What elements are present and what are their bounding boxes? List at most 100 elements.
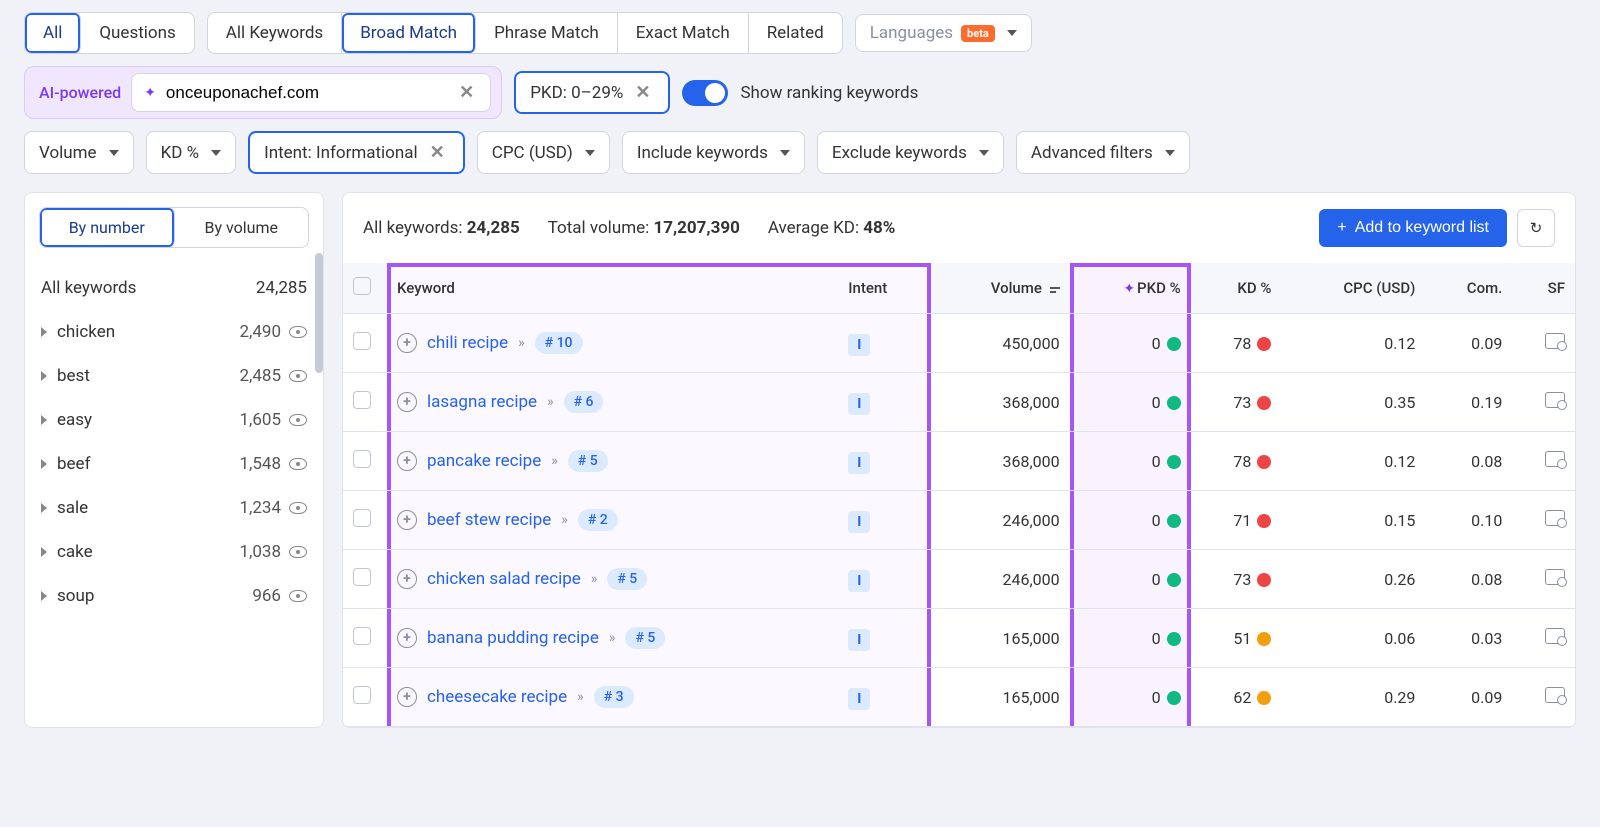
eye-icon[interactable]: [289, 370, 307, 382]
row-checkbox[interactable]: [353, 391, 371, 409]
expand-keyword-icon[interactable]: +: [397, 392, 417, 412]
sidebar-item[interactable]: sale 1,234: [25, 486, 323, 530]
include-keywords-filter[interactable]: Include keywords: [622, 131, 805, 174]
expand-keyword-icon[interactable]: +: [397, 569, 417, 589]
sidebar-tab-by-number[interactable]: By number: [40, 208, 175, 247]
exclude-keywords-filter[interactable]: Exclude keywords: [817, 131, 1004, 174]
row-checkbox[interactable]: [353, 686, 371, 704]
eye-icon[interactable]: [289, 590, 307, 602]
pkd-filter-clear[interactable]: ✕: [631, 82, 654, 103]
expand-keyword-icon[interactable]: +: [397, 333, 417, 353]
col-keyword[interactable]: Keyword: [387, 263, 838, 314]
expand-keyword-icon[interactable]: +: [397, 628, 417, 648]
chevron-down-icon: [109, 150, 119, 156]
sidebar-scrollbar[interactable]: [315, 253, 323, 373]
kd-filter[interactable]: KD %: [146, 131, 237, 174]
show-ranking-toggle[interactable]: [682, 80, 728, 106]
keyword-link[interactable]: cheesecake recipe: [427, 687, 567, 707]
expand-keyword-icon[interactable]: +: [397, 510, 417, 530]
eye-icon[interactable]: [289, 502, 307, 514]
tab-all-keywords[interactable]: All Keywords: [208, 13, 342, 53]
col-cpc[interactable]: CPC (USD): [1281, 263, 1425, 314]
keyword-groups-sidebar: By number By volume All keywords 24,285 …: [24, 192, 324, 728]
kd-dot-icon: [1257, 573, 1271, 587]
chevron-right-icon: [41, 415, 47, 425]
sidebar-all-keywords[interactable]: All keywords 24,285: [25, 266, 323, 310]
row-checkbox[interactable]: [353, 332, 371, 350]
clear-domain-button[interactable]: ✕: [455, 82, 478, 103]
pkd-dot-icon: [1167, 514, 1181, 528]
table-row: + lasagna recipe » # 6 I 368,000 0 73 0.…: [343, 373, 1575, 432]
col-sf[interactable]: SF: [1512, 263, 1575, 314]
tab-phrase-match[interactable]: Phrase Match: [476, 13, 618, 53]
keyword-link[interactable]: chicken salad recipe: [427, 569, 581, 589]
sidebar-item[interactable]: best 2,485: [25, 354, 323, 398]
serp-icon[interactable]: [1545, 510, 1565, 526]
intent-badge: I: [848, 688, 870, 710]
keywords-table: Keyword Intent Volume ✦PKD % KD % CPC (U…: [343, 263, 1575, 727]
row-checkbox[interactable]: [353, 627, 371, 645]
eye-icon[interactable]: [289, 458, 307, 470]
chevron-right-icon: [41, 459, 47, 469]
serp-icon[interactable]: [1545, 333, 1565, 349]
chevron-right-icon: [41, 503, 47, 513]
show-ranking-label: Show ranking keywords: [740, 83, 918, 103]
row-checkbox[interactable]: [353, 509, 371, 527]
kd-cell: 62: [1191, 668, 1282, 727]
cpc-cell: 0.35: [1281, 373, 1425, 432]
add-to-keyword-list-button[interactable]: +Add to keyword list: [1319, 209, 1507, 247]
intent-filter-clear[interactable]: ✕: [426, 142, 449, 163]
serp-icon[interactable]: [1545, 451, 1565, 467]
refresh-button[interactable]: ↻: [1517, 209, 1555, 247]
col-com[interactable]: Com.: [1425, 263, 1512, 314]
select-all-checkbox[interactable]: [353, 277, 371, 295]
keyword-link[interactable]: lasagna recipe: [427, 392, 537, 412]
advanced-filters[interactable]: Advanced filters: [1016, 131, 1190, 174]
pkd-filter-chip[interactable]: PKD: 0–29% ✕: [514, 71, 670, 114]
languages-dropdown[interactable]: Languages beta: [855, 14, 1032, 52]
keyword-link[interactable]: pancake recipe: [427, 451, 541, 471]
sidebar-item-label: chicken: [57, 322, 115, 342]
tab-broad-match[interactable]: Broad Match: [342, 13, 476, 53]
keyword-link[interactable]: banana pudding recipe: [427, 628, 599, 648]
tab-questions[interactable]: Questions: [81, 13, 193, 53]
rank-badge: # 6: [564, 391, 604, 413]
sidebar-item[interactable]: cake 1,038: [25, 530, 323, 574]
beta-badge: beta: [961, 25, 995, 42]
volume-cell: 165,000: [931, 609, 1070, 668]
eye-icon[interactable]: [289, 414, 307, 426]
sidebar-item[interactable]: easy 1,605: [25, 398, 323, 442]
row-checkbox[interactable]: [353, 450, 371, 468]
double-chevron-icon: »: [551, 453, 558, 469]
serp-icon[interactable]: [1545, 687, 1565, 703]
col-volume[interactable]: Volume: [931, 263, 1070, 314]
sidebar-item[interactable]: chicken 2,490: [25, 310, 323, 354]
sidebar-item[interactable]: soup 966: [25, 574, 323, 618]
volume-filter[interactable]: Volume: [24, 131, 134, 174]
serp-icon[interactable]: [1545, 628, 1565, 644]
serp-icon[interactable]: [1545, 569, 1565, 585]
domain-input[interactable]: [166, 83, 447, 103]
eye-icon[interactable]: [289, 326, 307, 338]
tab-related[interactable]: Related: [749, 13, 842, 53]
keyword-link[interactable]: chili recipe: [427, 333, 508, 353]
sidebar-tab-by-volume[interactable]: By volume: [175, 208, 309, 247]
col-intent[interactable]: Intent: [838, 263, 930, 314]
tab-exact-match[interactable]: Exact Match: [618, 13, 749, 53]
expand-keyword-icon[interactable]: +: [397, 451, 417, 471]
col-kd[interactable]: KD %: [1191, 263, 1282, 314]
chevron-down-icon: [1007, 30, 1017, 36]
pkd-cell: 0: [1070, 491, 1191, 550]
keyword-link[interactable]: beef stew recipe: [427, 510, 551, 530]
expand-keyword-icon[interactable]: +: [397, 687, 417, 707]
serp-icon[interactable]: [1545, 392, 1565, 408]
cpc-cell: 0.26: [1281, 550, 1425, 609]
eye-icon[interactable]: [289, 546, 307, 558]
col-pkd[interactable]: ✦PKD %: [1070, 263, 1191, 314]
table-row: + chili recipe » # 10 I 450,000 0 78 0.1…: [343, 314, 1575, 373]
row-checkbox[interactable]: [353, 568, 371, 586]
tab-all[interactable]: All: [25, 13, 81, 53]
intent-filter[interactable]: Intent: Informational✕: [248, 131, 465, 174]
sidebar-item[interactable]: beef 1,548: [25, 442, 323, 486]
cpc-filter[interactable]: CPC (USD): [477, 131, 610, 174]
